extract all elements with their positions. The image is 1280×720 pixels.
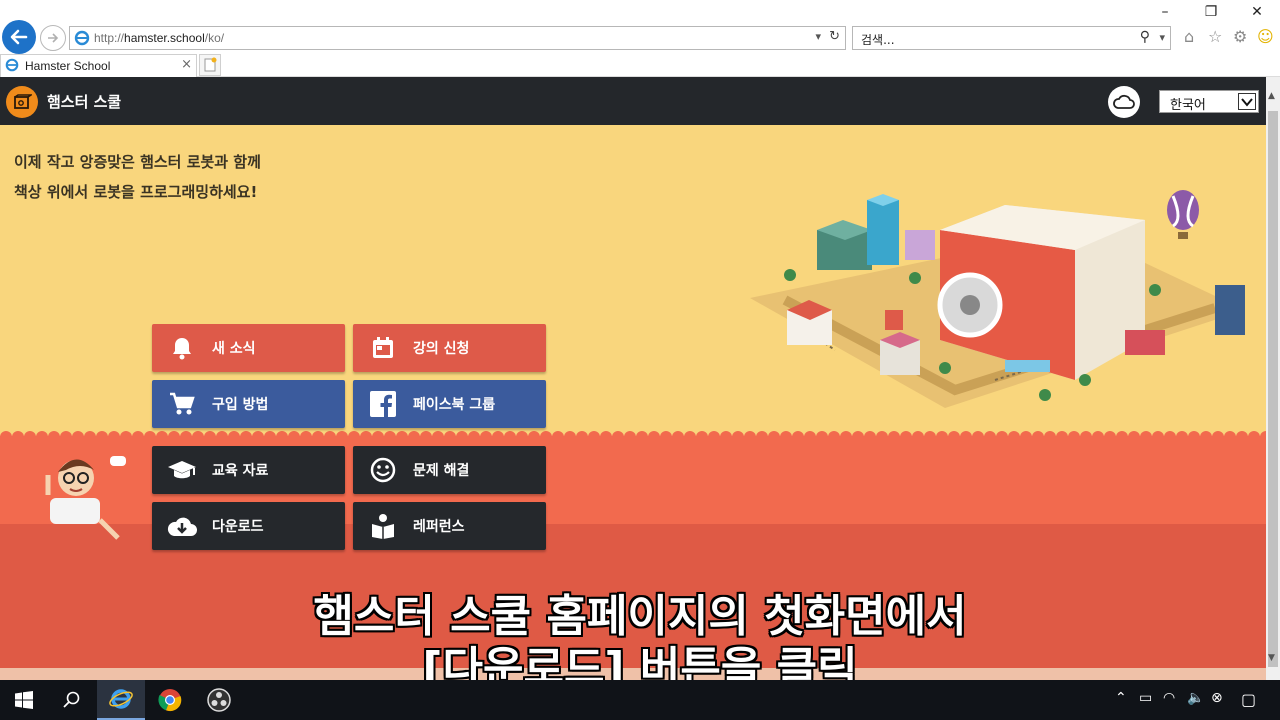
troubleshooting-button[interactable]: 문제 해결 (353, 446, 546, 494)
search-icon[interactable]: ⚲ (1140, 29, 1150, 45)
home-icon[interactable]: ⌂ (1184, 28, 1194, 46)
robot-city-illustration (750, 190, 1245, 408)
scroll-up-icon[interactable]: ▲ (1268, 91, 1275, 101)
course-signup-button[interactable]: 강의 신청 (353, 324, 546, 372)
news-button-label: 새 소식 (212, 341, 256, 357)
chrome-icon (158, 689, 182, 712)
bell-icon (152, 336, 212, 360)
action-center-icon[interactable]: ▢ (1241, 690, 1256, 709)
notification-x-icon[interactable]: ⊗ (1211, 690, 1223, 706)
cloud-account-button[interactable] (1108, 86, 1140, 118)
address-bar[interactable]: http://hamster.school/ko/ ▾ ↻ (69, 26, 846, 50)
ie-tab-icon (5, 58, 19, 72)
troubleshooting-label: 문제 해결 (413, 463, 470, 479)
download-button[interactable]: 다운로드 (152, 502, 345, 550)
chevron-down-icon (1238, 93, 1256, 110)
tray-expand-icon[interactable]: ⌃ (1115, 690, 1127, 706)
url-text: http://hamster.school/ko/ (94, 31, 225, 45)
news-button[interactable]: 새 소식 (152, 324, 345, 372)
site-header: 햄스터 스쿨 한국어 (0, 77, 1266, 125)
how-to-buy-label: 구입 방법 (212, 397, 269, 413)
new-tab-button[interactable] (199, 54, 221, 76)
download-label: 다운로드 (212, 519, 264, 535)
refresh-icon[interactable]: ↻ (829, 29, 840, 44)
volume-icon[interactable]: 🔈 (1187, 690, 1204, 706)
arrow-left-icon (10, 29, 28, 45)
education-materials-label: 교육 자료 (212, 463, 269, 479)
forward-button[interactable] (40, 25, 66, 51)
windows-logo-icon (15, 691, 33, 709)
site-logo-text[interactable]: 햄스터 스쿨 (47, 91, 121, 112)
new-tab-icon (204, 57, 217, 72)
windows-taskbar: ⌃ ▭ ◠ 🔈 ⊗ ▢ (0, 680, 1280, 720)
back-button[interactable] (2, 20, 36, 54)
robot-box-icon (14, 94, 32, 109)
dropdown-arrow-icon[interactable]: ▾ (815, 30, 821, 43)
taskbar-obs[interactable] (195, 680, 243, 720)
book-reader-icon (353, 513, 413, 539)
intro-line-1: 이제 작고 앙증맞은 햄스터 로봇과 함께 (14, 153, 261, 171)
facebook-icon (353, 391, 413, 417)
wifi-icon[interactable]: ◠ (1163, 690, 1175, 706)
cloud-icon (1113, 94, 1135, 109)
smiley-feedback-icon[interactable]: ☺ (1257, 28, 1274, 46)
taskbar-chrome[interactable] (146, 680, 194, 720)
education-materials-button[interactable]: 교육 자료 (152, 446, 345, 494)
browser-chrome: http://hamster.school/ko/ ▾ ↻ 검색... ⚲ ▾ … (0, 0, 1280, 77)
tab-title: Hamster School (25, 59, 111, 73)
reference-label: 레퍼런스 (413, 519, 465, 535)
close-window-icon[interactable]: ✕ (1247, 4, 1267, 20)
settings-gear-icon[interactable]: ⚙ (1233, 28, 1247, 46)
teacher-mascot-illustration (45, 456, 126, 540)
search-placeholder: 검색... (861, 33, 895, 47)
tab-close-icon[interactable]: × (181, 57, 192, 72)
language-select[interactable]: 한국어 (1159, 90, 1259, 113)
favorites-star-icon[interactable]: ☆ (1208, 28, 1222, 46)
intro-text: 이제 작고 앙증맞은 햄스터 로봇과 함께 책상 위에서 로봇을 프로그래밍하세… (14, 147, 261, 207)
graduation-cap-icon (152, 459, 212, 481)
obs-icon (207, 688, 231, 712)
smiley-icon (353, 457, 413, 483)
reference-button[interactable]: 레퍼런스 (353, 502, 546, 550)
calendar-icon (353, 336, 413, 360)
how-to-buy-button[interactable]: 구입 방법 (152, 380, 345, 428)
battery-icon[interactable]: ▭ (1139, 690, 1152, 706)
browser-tab[interactable]: Hamster School × (0, 54, 197, 77)
course-signup-label: 강의 신청 (413, 341, 470, 357)
ie-page-icon (74, 30, 90, 46)
search-taskbar-button[interactable] (48, 680, 96, 720)
internet-explorer-icon (109, 689, 133, 709)
search-dropdown-icon[interactable]: ▾ (1159, 31, 1165, 44)
cloud-download-icon (152, 514, 212, 538)
arrow-right-icon (48, 33, 59, 43)
minimize-icon[interactable]: – (1155, 4, 1175, 20)
search-icon (63, 691, 80, 708)
language-select-value: 한국어 (1170, 98, 1206, 113)
facebook-group-button[interactable]: 페이스북 그룹 (353, 380, 546, 428)
restore-icon[interactable]: ❐ (1201, 4, 1221, 20)
facebook-group-label: 페이스북 그룹 (413, 397, 496, 413)
start-button[interactable] (0, 680, 48, 720)
cart-icon (152, 392, 212, 416)
hamster-logo-icon[interactable] (6, 86, 38, 118)
intro-line-2: 책상 위에서 로봇을 프로그래밍하세요! (14, 183, 258, 201)
taskbar-ie[interactable] (97, 680, 145, 720)
search-box[interactable]: 검색... ⚲ ▾ (852, 26, 1171, 50)
